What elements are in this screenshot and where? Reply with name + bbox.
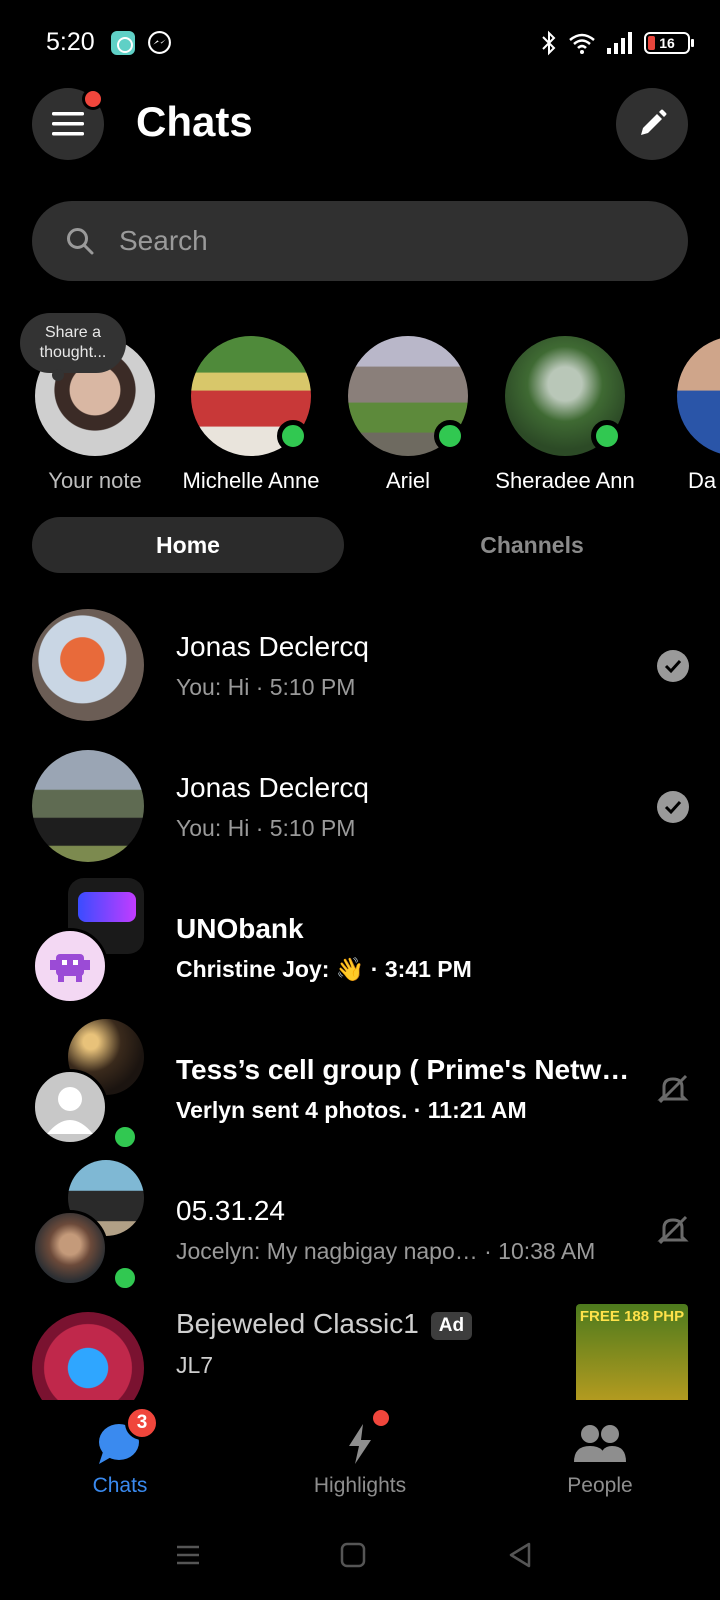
avatar [32,1069,108,1145]
online-indicator [591,420,623,452]
system-nav-bar [0,1510,720,1600]
chats-badge: 3 [125,1406,159,1440]
search-icon [67,228,94,255]
muted-bell-icon [657,1215,689,1245]
messenger-icon [148,31,171,54]
nav-chats[interactable]: 3 Chats [20,1406,220,1498]
story-name: Sheradee Ann [495,468,635,493]
chat-item[interactable]: Jonas Declercq You: Hi · 5:10 PM [0,585,720,725]
story-name: Ariel [385,468,430,493]
nav-people[interactable]: People [500,1422,700,1498]
group-avatar [32,878,144,1004]
chat-title: Jonas Declercq [176,631,369,662]
online-indicator [110,1122,140,1152]
chat-preview: Christine Joy: 👋 · 3:41 PM [176,956,472,982]
avatar [32,750,144,862]
people-icon [574,1425,626,1462]
story-name: Your note [48,468,142,493]
muted-bell-icon [657,1074,689,1104]
highlights-dot [373,1410,389,1426]
group-avatar [32,1160,144,1293]
chat-title: Bejeweled Classic1 Ad [176,1308,473,1340]
recents-icon[interactable] [173,1540,203,1570]
default-person-icon [47,1087,93,1134]
page-title: Chats [136,98,253,145]
chat-title: Tess’s cell group ( Prime's Netw… [176,1054,630,1085]
status-bar: 5:20 16 [0,0,720,88]
pencil-icon [641,109,667,135]
menu-notification-dot [82,88,104,110]
story-ariel[interactable]: Ariel [328,336,488,494]
chat-item[interactable]: 05.31.24 Jocelyn: My nagbigay napo… · 10… [0,1149,720,1293]
story-name: Michelle Anne [182,468,320,493]
ad-badge: Ad [430,1311,473,1340]
status-time: 5:20 [46,28,95,56]
chat-item-ad[interactable]: Bejeweled Classic1 Ad JL7 FREE 188 PHP [0,1290,720,1400]
read-check-icon [657,650,689,682]
search-bar[interactable] [32,201,688,281]
read-check-icon [657,791,689,823]
chat-title: 05.31.24 [176,1195,285,1226]
tab-home[interactable]: Home [32,517,344,573]
bottom-nav: 3 Chats Highlights People [0,1400,720,1510]
online-indicator [434,420,466,452]
group-avatar [32,1019,144,1152]
story-name: Da [688,468,717,493]
chat-preview: JL7 [176,1352,214,1378]
chat-preview: You: Hi · 5:10 PM [176,674,356,700]
avatar [677,336,720,456]
lightning-icon [349,1424,371,1464]
nav-label: Chats [92,1474,148,1497]
compose-button[interactable] [616,88,688,160]
avatar [32,609,144,721]
avatar [32,928,108,1004]
story-michelle-anne[interactable]: Michelle Anne [171,336,331,494]
wifi-icon [569,33,595,54]
chat-preview: Jocelyn: My nagbigay napo… · 10:38 AM [176,1238,596,1264]
status-icons: 16 [540,28,694,58]
bluetooth-icon [542,30,556,56]
ad-thumbnail-text: FREE 188 PHP [579,1308,685,1325]
battery-icon: 16 [644,32,694,54]
chat-title: Jonas Declercq [176,772,369,803]
story-sheradee-ann[interactable]: Sheradee Ann [485,336,645,494]
chat-preview: You: Hi · 5:10 PM [176,815,356,841]
note-bubble[interactable]: Share a thought... [20,313,126,381]
online-indicator [277,420,309,452]
chat-list: Jonas Declercq You: Hi · 5:10 PM Jonas D… [0,585,720,1400]
battery-level: 16 [659,35,675,51]
online-indicator [110,1263,140,1293]
nav-label: People [567,1474,633,1497]
back-icon[interactable] [505,1540,535,1570]
nav-label: Highlights [313,1474,407,1497]
tab-channels[interactable]: Channels [376,517,688,573]
home-icon[interactable] [338,1540,368,1570]
chat-tabs: Home Channels [32,517,688,573]
nav-highlights[interactable]: Highlights [260,1410,460,1498]
alien-emoji-icon [50,954,90,982]
ad-thumbnail[interactable]: FREE 188 PHP [576,1304,688,1400]
signal-icon [607,32,632,54]
search-input[interactable] [119,225,619,257]
chat-item[interactable]: UNObank Christine Joy: 👋 · 3:41 PM [0,867,720,1007]
chat-item[interactable]: Tess’s cell group ( Prime's Netw… Verlyn… [0,1008,720,1152]
avatar [32,1312,144,1400]
hamburger-icon [52,112,84,136]
story-partial[interactable]: Da [642,336,720,494]
ad-title: Bejeweled Classic1 [176,1308,419,1339]
avatar [32,1210,108,1286]
chat-item[interactable]: Jonas Declercq You: Hi · 5:10 PM [0,726,720,866]
chat-title: UNObank [176,913,304,944]
chat-preview: Verlyn sent 4 photos. · 11:21 AM [176,1097,527,1123]
app-notification-icon [111,31,135,55]
